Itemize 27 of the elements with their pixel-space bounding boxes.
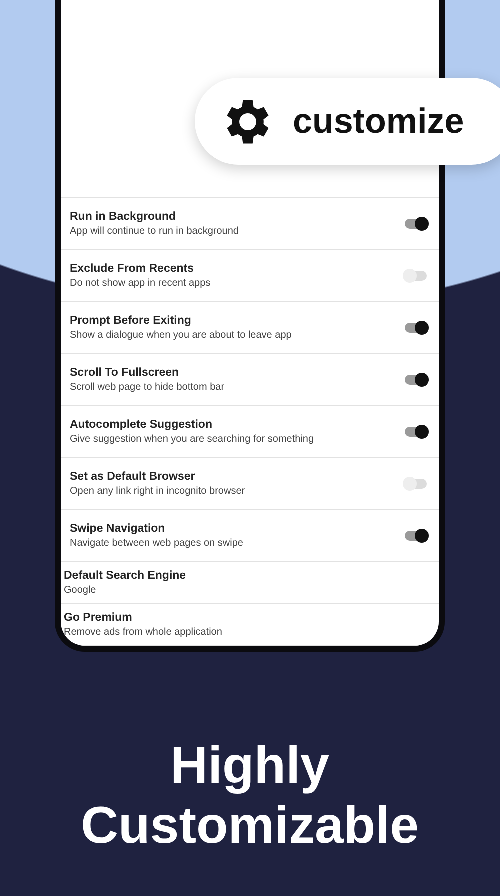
setting-title: Go Premium bbox=[64, 612, 134, 624]
setting-value: Remove ads from whole application bbox=[64, 626, 224, 638]
badge-label: customize bbox=[293, 102, 464, 142]
toggle-switch[interactable] bbox=[405, 478, 427, 488]
setting-description: Do not show app in recent apps bbox=[70, 278, 212, 288]
setting-title: Scroll To Fullscreen bbox=[70, 366, 180, 378]
toggle-switch[interactable] bbox=[405, 270, 427, 280]
toggle-switch[interactable] bbox=[405, 218, 427, 228]
setting-description: App will continue to run in background bbox=[70, 226, 240, 236]
setting-value: Google bbox=[64, 584, 98, 596]
setting-title: Set as Default Browser bbox=[70, 470, 196, 482]
setting-description: Scroll web page to hide bottom bar bbox=[70, 382, 226, 392]
setting-title: Swipe Navigation bbox=[70, 522, 166, 534]
toggle-switch[interactable] bbox=[405, 530, 427, 540]
toggle-switch[interactable] bbox=[405, 374, 427, 384]
setting-description: Give suggestion when you are searching for something bbox=[70, 434, 316, 444]
setting-title: Prompt Before Exiting bbox=[70, 314, 192, 326]
toggle-switch[interactable] bbox=[405, 426, 427, 436]
setting-description: Show a dialogue when you are about to leave app bbox=[70, 330, 293, 340]
toggle-switch[interactable] bbox=[405, 322, 427, 332]
setting-description: Open any link right in incognito browser bbox=[70, 486, 246, 496]
setting-title: Run in Background bbox=[70, 210, 178, 222]
setting-title: Exclude From Recents bbox=[70, 262, 195, 274]
setting-title: Default Search Engine bbox=[64, 570, 188, 582]
headline: Highly Customizable bbox=[80, 736, 420, 856]
setting-title: Autocomplete Suggestion bbox=[70, 418, 214, 430]
setting-description: Navigate between web pages on swipe bbox=[70, 538, 244, 548]
